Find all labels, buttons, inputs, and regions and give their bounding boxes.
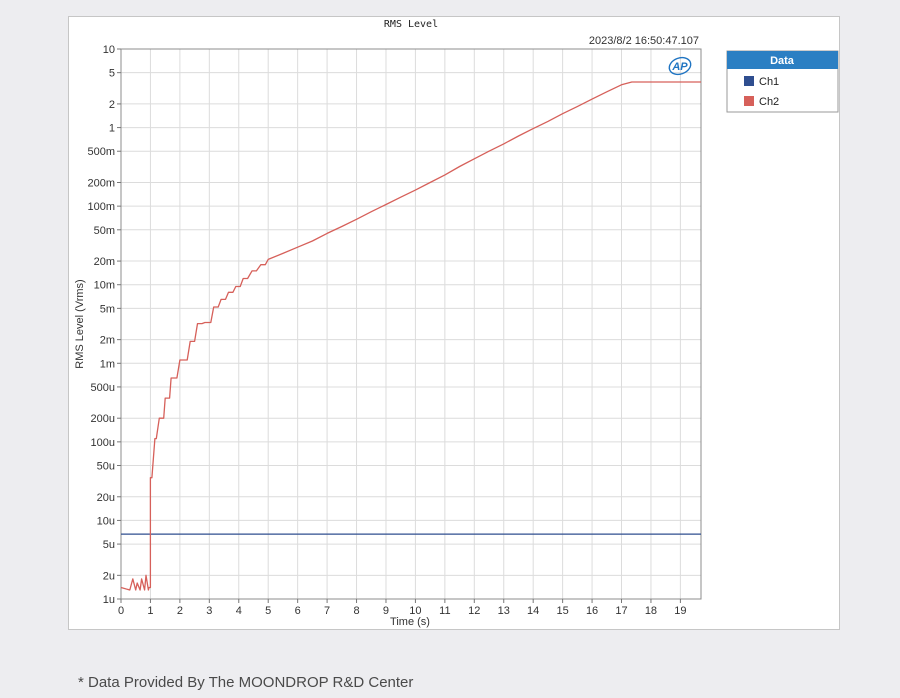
y-tick-label: 100u — [91, 437, 115, 449]
y-tick-label: 50u — [97, 461, 115, 473]
y-tick-label: 20m — [94, 256, 115, 268]
x-tick-label: 2 — [177, 605, 183, 617]
legend-swatch-ch2 — [744, 96, 754, 106]
x-tick-label: 5 — [265, 605, 271, 617]
x-tick-label: 3 — [206, 605, 212, 617]
x-tick-label: 13 — [498, 605, 510, 617]
chart-title: RMS Level — [384, 19, 438, 30]
y-tick-label: 1m — [100, 358, 115, 370]
x-tick-label: 19 — [674, 605, 686, 617]
x-axis-label: Time (s) — [390, 616, 430, 628]
x-tick-label: 14 — [527, 605, 539, 617]
y-tick-label: 10m — [94, 280, 115, 292]
x-tick-label: 1 — [147, 605, 153, 617]
chart-panel: 0 1 2 3 4 5 6 7 8 9 10 11 12 13 14 15 16 17 18 19 10 5 2 1 500m 2… — [68, 16, 840, 630]
legend-title: Data — [770, 55, 795, 67]
y-tick-label: 500m — [87, 146, 115, 158]
x-tick-label: 16 — [586, 605, 598, 617]
legend[interactable]: Data Ch1 Ch2 — [726, 50, 839, 113]
x-tick-label: 7 — [324, 605, 330, 617]
footnote: * Data Provided By The MOONDROP R&D Cent… — [78, 674, 414, 691]
timestamp: 2023/8/2 16:50:47.107 — [589, 35, 699, 47]
y-tick-label: 50m — [94, 225, 115, 237]
y-tick-label: 5 — [109, 68, 115, 80]
y-axis-label: RMS Level (Vrms) — [74, 279, 86, 368]
x-tick-label: 4 — [236, 605, 242, 617]
legend-label-ch2: Ch2 — [759, 96, 779, 108]
x-tick-label: 0 — [118, 605, 124, 617]
x-tick-label: 9 — [383, 605, 389, 617]
y-tick-label: 5u — [103, 539, 115, 551]
legend-label-ch1: Ch1 — [759, 76, 779, 88]
y-tick-label: 10u — [97, 515, 115, 527]
ap-logo-text: AP — [671, 61, 688, 73]
x-tick-label: 11 — [439, 605, 450, 617]
y-tick-label: 2u — [103, 570, 115, 582]
x-tick-label: 18 — [645, 605, 657, 617]
y-tick-label: 200u — [91, 413, 115, 425]
rms-level-chart: 0 1 2 3 4 5 6 7 8 9 10 11 12 13 14 15 16 17 18 1910521500m2… — [74, 19, 839, 628]
y-tick-label: 10 — [103, 44, 115, 56]
x-tick-label: 8 — [353, 605, 359, 617]
y-tick-label: 100m — [87, 201, 115, 213]
y-tick-label: 500u — [91, 382, 115, 394]
x-tick-label: 6 — [295, 605, 301, 617]
x-tick-label: 12 — [468, 605, 480, 617]
y-tick-label: 2 — [109, 99, 115, 111]
y-tick-label: 2m — [100, 335, 115, 347]
y-tick-label: 200m — [87, 177, 115, 189]
x-tick-label: 17 — [615, 605, 627, 617]
y-tick-label: 1u — [103, 594, 115, 606]
x-tick-label: 15 — [556, 605, 568, 617]
y-tick-label: 20u — [97, 492, 115, 504]
plot-area — [121, 49, 701, 599]
y-tick-label: 5m — [100, 303, 115, 315]
legend-swatch-ch1 — [744, 76, 754, 86]
y-tick-label: 1 — [109, 123, 115, 135]
